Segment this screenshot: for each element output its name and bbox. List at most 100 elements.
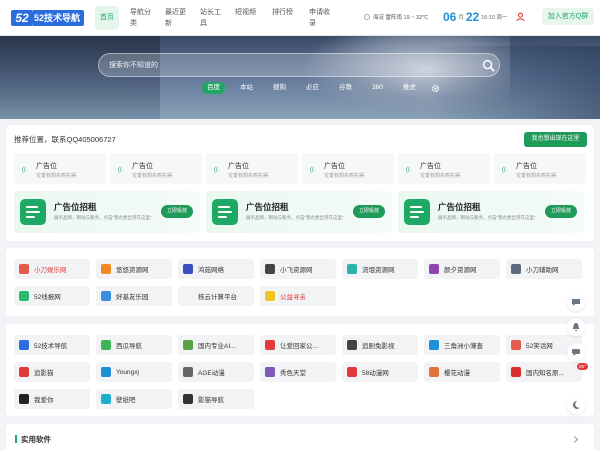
ads-section: 推荐位置，联系QQ405006727 我也想出现在这里 ((· 广告位 位置有限… (6, 125, 594, 241)
site-link-tile[interactable]: 公益寻亲 (260, 286, 336, 306)
engine-tab-google[interactable]: 谷歌 (334, 82, 357, 94)
site-link-tile[interactable]: 52技术导航 (14, 335, 90, 355)
ad-slot[interactable]: ((· 广告位 位置有限先到先得 (302, 153, 394, 184)
site-link-tile[interactable]: 国内知名原... (506, 362, 582, 382)
ad-slot[interactable]: ((· 广告位 位置有限先到先得 (14, 153, 106, 184)
section-title: 实用软件 (21, 435, 51, 444)
chat-float-button[interactable] (567, 293, 585, 311)
ad-rent-button[interactable]: 立即投放 (353, 205, 385, 218)
ad-icon: ((· (118, 167, 124, 173)
ad-rent-title: 广告位招租 (246, 202, 289, 212)
nav-home[interactable]: 首页 (95, 6, 119, 30)
ad-slot-title: 广告位 (132, 163, 153, 170)
gear-icon[interactable] (431, 84, 440, 93)
join-qq-group-button[interactable]: 加入官方Q群 (542, 8, 594, 25)
ad-slot[interactable]: ((· 广告位 位置有限先到先得 (398, 153, 490, 184)
site-link-tile[interactable]: 52线报网 (14, 286, 90, 306)
ad-rent-button[interactable]: 立即投放 (545, 205, 577, 218)
ad-rent-button[interactable]: 立即投放 (161, 205, 193, 218)
site-favicon-icon (429, 367, 439, 377)
site-favicon-icon (19, 340, 29, 350)
list-icon (404, 199, 430, 225)
chevron-right-icon[interactable] (570, 435, 579, 444)
site-favicon-icon (101, 264, 111, 274)
nav-categories[interactable]: 导航分类 (130, 6, 156, 30)
search-input[interactable] (109, 54, 469, 76)
ad-slot[interactable]: ((· 广告位 位置有限先到先得 (206, 153, 298, 184)
site-link-label: 壁纸吧 (116, 397, 136, 404)
engine-tab-tuihu[interactable]: 推虎 (398, 82, 421, 94)
site-link-tile[interactable]: 影猫导航 (178, 389, 254, 409)
site-link-tile[interactable]: 小刀辅助网 (506, 259, 582, 279)
site-link-tile[interactable]: 核云计算平台 (178, 286, 254, 306)
site-link-label: 我爱你 (34, 397, 54, 404)
site-favicon-icon (265, 340, 275, 350)
site-logo[interactable]: 52 52技术导航 (11, 10, 85, 26)
main-nav: 首页 导航分类 最近更新 站长工具 短视频 排行榜 申请收录 (95, 6, 344, 30)
site-link-tile[interactable]: 国内专业AI... (178, 335, 254, 355)
message-float-button[interactable] (567, 343, 585, 361)
site-link-tile[interactable]: 悠悠资源网 (96, 259, 172, 279)
date-month: 06 (443, 10, 457, 24)
site-link-tile[interactable]: 58动漫网 (342, 362, 418, 382)
site-link-label: 国内专业AI... (198, 343, 236, 350)
site-link-label: 国内知名原... (526, 370, 564, 377)
weather-badge: 26° (577, 363, 588, 370)
weather-icon (364, 14, 370, 20)
ad-rent-banner[interactable]: 广告位招租 展示品牌，网站与服务，点击“我也想出现在这里” 立即投放 (14, 191, 200, 233)
nav-webmaster-tools[interactable]: 站长工具 (200, 6, 226, 30)
ad-slot-desc: 位置有限先到先得 (420, 173, 461, 179)
site-link-label: AGE动漫 (198, 370, 225, 377)
engine-tab-site[interactable]: 本站 (235, 82, 258, 94)
nav-ranking[interactable]: 排行榜 (272, 6, 300, 30)
site-link-tile[interactable]: 小飞资源网 (260, 259, 336, 279)
site-link-tile[interactable]: Youngxj (96, 362, 172, 382)
site-link-tile[interactable]: 秀色天堂 (260, 362, 336, 382)
site-link-tile[interactable]: AGE动漫 (178, 362, 254, 382)
site-link-tile[interactable]: 好基友乐园 (96, 286, 172, 306)
ad-icon: ((· (310, 167, 316, 173)
site-link-tile[interactable]: 三角洲小薄查 (424, 335, 500, 355)
hero-background-left (0, 36, 160, 119)
ad-icon: ((· (502, 167, 508, 173)
weather-widget[interactable]: 海淀 雷阵雨 19 ~ 32℃ (364, 13, 428, 21)
site-favicon-icon (19, 264, 29, 274)
engine-tab-sogou[interactable]: 搜狗 (268, 82, 291, 94)
ad-icon: ((· (406, 167, 412, 173)
site-link-tile[interactable]: 鸿茹网络 (178, 259, 254, 279)
ad-slot[interactable]: ((· 广告位 位置有限先到先得 (110, 153, 202, 184)
site-link-tile[interactable]: 壁纸吧 (96, 389, 172, 409)
engine-tab-baidu[interactable]: 百度 (202, 82, 225, 94)
ad-rent-title: 广告位招租 (438, 202, 481, 212)
useful-software-section: 实用软件 (6, 424, 594, 450)
ad-rent-banner[interactable]: 广告位招租 展示品牌，网站与服务，点击“我也想出现在这里” 立即投放 (398, 191, 584, 233)
ad-rent-desc: 展示品牌，网站与服务，点击“我也想出现在这里” (246, 215, 344, 220)
site-link-tile[interactable]: 西瓜导航 (96, 335, 172, 355)
date-widget: 06 月 22 16:10 周一 (443, 10, 510, 24)
engine-tab-360[interactable]: 360 (367, 82, 388, 94)
nav-submit-site[interactable]: 申请收录 (309, 6, 335, 30)
ad-rent-banner[interactable]: 广告位招租 展示品牌，网站与服务，点击“我也想出现在这里” 立即投放 (206, 191, 392, 233)
site-link-tile[interactable]: 让爱回家公... (260, 335, 336, 355)
site-link-tile[interactable]: 追剧兔影视 (342, 335, 418, 355)
friend-links-section: 小刀娱乐网 悠悠资源网 鸿茹网络 小飞资源网 流氓资源网 颜夕资源网 小刀辅助网 52线报网 好… (6, 248, 594, 316)
site-link-tile[interactable]: 颜夕资源网 (424, 259, 500, 279)
search-icon[interactable] (482, 59, 495, 72)
weather-text: 海淀 雷阵雨 19 ~ 32℃ (373, 15, 429, 21)
site-link-tile[interactable]: 我爱你 (14, 389, 90, 409)
site-favicon-icon (265, 264, 275, 274)
ad-slot[interactable]: ((· 广告位 位置有限先到先得 (494, 153, 586, 184)
site-link-tile[interactable]: 追影猫 (14, 362, 90, 382)
dark-mode-button[interactable] (567, 396, 585, 414)
nav-short-video[interactable]: 短视频 (235, 6, 263, 30)
user-icon[interactable] (516, 12, 525, 22)
site-link-tile[interactable]: 流氓资源网 (342, 259, 418, 279)
ad-slot-title: 广告位 (228, 163, 249, 170)
bell-float-button[interactable] (567, 318, 585, 336)
site-link-tile[interactable]: 小刀娱乐网 (14, 259, 90, 279)
site-link-tile[interactable]: 樱花动漫 (424, 362, 500, 382)
ad-slot-desc: 位置有限先到先得 (324, 173, 365, 179)
engine-tab-bing[interactable]: 必应 (301, 82, 324, 94)
nav-recent[interactable]: 最近更新 (165, 6, 191, 30)
apply-ad-button[interactable]: 我也想出现在这里 (524, 132, 587, 147)
